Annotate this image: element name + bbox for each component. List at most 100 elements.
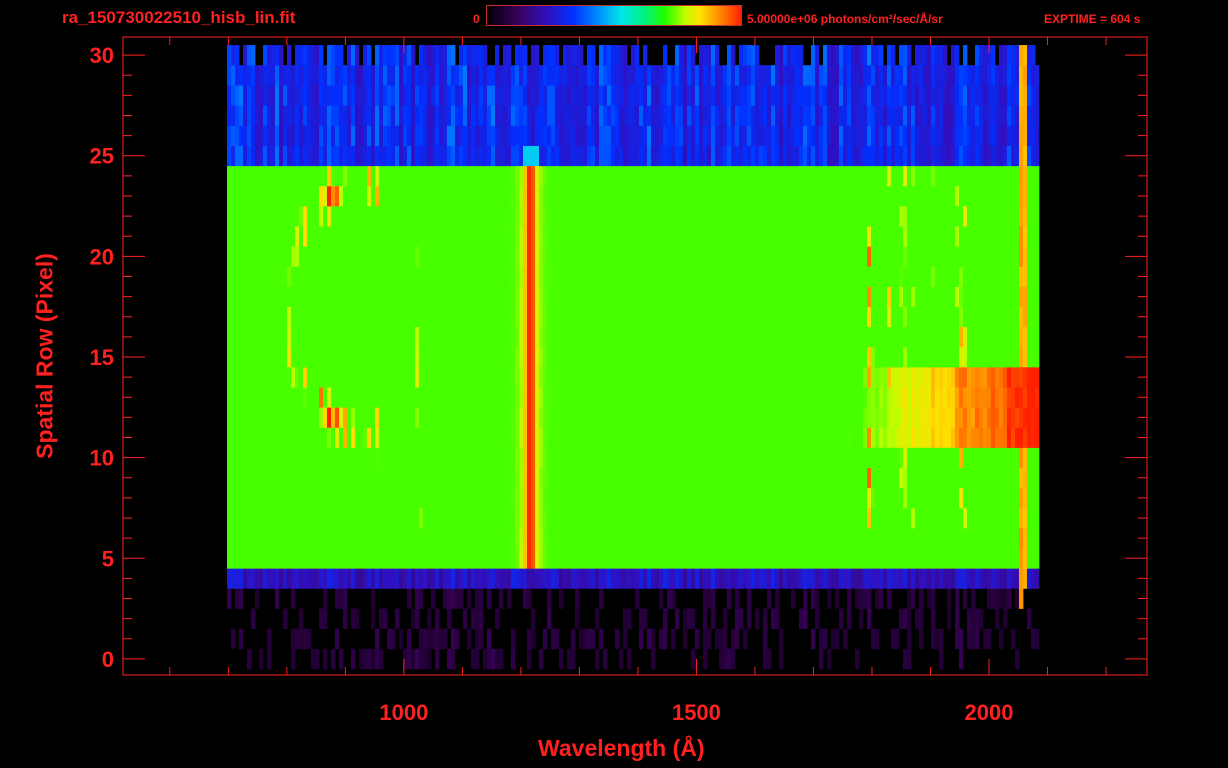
heatmap-cell xyxy=(971,346,976,368)
heatmap-cell xyxy=(787,346,792,368)
heatmap-cell xyxy=(571,206,576,227)
heatmap-cell xyxy=(955,528,960,549)
heatmap-cell xyxy=(827,165,832,187)
heatmap-cell xyxy=(699,487,704,509)
heatmap-cell xyxy=(887,427,892,448)
heatmap-cell xyxy=(547,326,552,348)
heatmap-cell xyxy=(499,185,504,207)
heatmap-cell xyxy=(379,648,384,670)
heatmap-cell xyxy=(1003,185,1008,207)
heatmap-cell xyxy=(479,125,484,146)
heatmap-cell xyxy=(335,125,340,146)
heatmap-cell xyxy=(583,326,588,348)
heatmap-cell xyxy=(599,266,604,287)
heatmap-cell xyxy=(687,528,692,549)
heatmap-cell xyxy=(475,145,480,167)
heatmap-cell xyxy=(335,568,340,589)
heatmap-cell xyxy=(731,548,736,569)
heatmap-cell xyxy=(855,568,860,589)
heatmap-cell xyxy=(707,226,712,247)
heatmap-cell xyxy=(871,387,876,408)
heatmap-cell xyxy=(531,487,536,509)
heatmap-cell xyxy=(771,487,776,509)
heatmap-cell xyxy=(631,145,636,167)
heatmap-cell xyxy=(531,628,536,650)
heatmap-cell xyxy=(463,286,468,307)
heatmap-cell xyxy=(711,487,716,509)
heatmap-cell xyxy=(575,246,580,267)
heatmap-cell xyxy=(707,326,712,348)
heatmap-cell xyxy=(1003,367,1008,388)
heatmap-cell xyxy=(855,447,860,469)
heatmap-cell xyxy=(699,367,704,388)
heatmap-cell xyxy=(655,266,660,287)
heatmap-cell xyxy=(823,246,828,267)
heatmap-cell xyxy=(627,165,632,187)
heatmap-cell xyxy=(343,367,348,388)
heatmap-cell xyxy=(299,246,304,267)
heatmap-cell xyxy=(339,306,344,328)
heatmap-cell xyxy=(227,185,232,207)
heatmap-cell xyxy=(695,548,700,569)
heatmap-cell xyxy=(1031,487,1036,509)
heatmap-cell xyxy=(707,387,712,408)
heatmap-cell xyxy=(235,286,240,307)
heatmap-cell xyxy=(327,226,332,247)
heatmap-cell xyxy=(275,487,280,509)
heatmap-cell xyxy=(247,185,252,207)
heatmap-cell xyxy=(591,447,596,469)
heatmap-cell xyxy=(603,145,608,167)
heatmap-cell xyxy=(587,326,592,348)
heatmap-cell xyxy=(459,487,464,509)
heatmap-cell xyxy=(971,306,976,328)
heatmap-cell xyxy=(311,648,316,670)
heatmap-cell xyxy=(347,487,352,509)
heatmap-cell xyxy=(515,447,520,469)
heatmap-cell xyxy=(871,185,876,207)
heatmap-cell xyxy=(627,206,632,227)
heatmap-cell xyxy=(967,165,972,187)
heatmap-cell xyxy=(415,588,420,609)
heatmap-cell xyxy=(343,528,348,549)
heatmap-cell xyxy=(479,326,484,348)
heatmap-cell xyxy=(535,387,540,408)
heatmap-cell xyxy=(299,346,304,368)
heatmap-cell xyxy=(299,407,304,428)
heatmap-cell xyxy=(243,326,248,348)
heatmap-cell xyxy=(1035,206,1040,227)
heatmap-cell xyxy=(771,226,776,247)
heatmap-cell xyxy=(783,286,788,307)
heatmap-cell xyxy=(707,588,712,609)
heatmap-cell xyxy=(803,387,808,408)
heatmap-cell xyxy=(243,507,248,529)
heatmap-cell xyxy=(1011,427,1016,448)
heatmap-cell xyxy=(391,286,396,307)
heatmap-cell xyxy=(743,266,748,287)
heatmap-cell xyxy=(691,185,696,207)
heatmap-cell xyxy=(275,427,280,448)
heatmap-cell xyxy=(319,548,324,569)
heatmap-cell xyxy=(987,407,992,428)
heatmap-cell xyxy=(887,266,892,287)
heatmap-cell xyxy=(943,427,948,448)
heatmap-cell xyxy=(943,206,948,227)
heatmap-cell xyxy=(939,286,944,307)
heatmap-cell xyxy=(819,507,824,529)
heatmap-cell xyxy=(483,367,488,388)
heatmap-cell xyxy=(315,226,320,247)
heatmap-cell xyxy=(391,367,396,388)
heatmap-cell xyxy=(883,367,888,388)
heatmap-cell xyxy=(267,125,272,146)
heatmap-cell xyxy=(559,427,564,448)
heatmap-cell xyxy=(583,628,588,650)
heatmap-cell xyxy=(531,346,536,368)
heatmap-cell xyxy=(723,326,728,348)
heatmap-cell xyxy=(431,548,436,569)
heatmap-cell xyxy=(943,487,948,509)
heatmap-cell xyxy=(539,346,544,368)
heatmap-cell xyxy=(819,367,824,388)
heatmap-cell xyxy=(571,648,576,670)
heatmap-cell xyxy=(459,447,464,469)
heatmap-cell xyxy=(523,246,528,267)
heatmap-cell xyxy=(423,628,428,650)
